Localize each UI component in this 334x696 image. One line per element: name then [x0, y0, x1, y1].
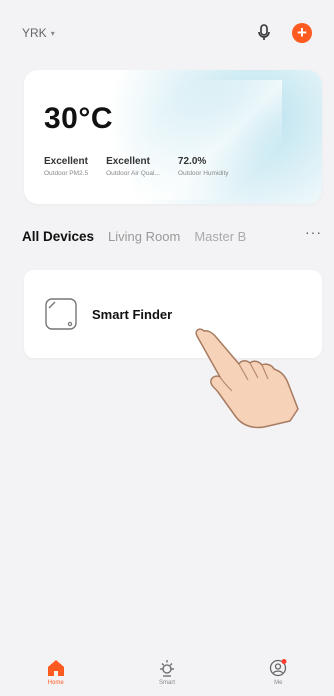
profile-icon: [270, 659, 287, 677]
pointing-hand-icon: [195, 328, 299, 429]
metric-label: Outdoor PM2.5: [44, 170, 89, 177]
tab-all-devices[interactable]: All Devices: [22, 229, 94, 244]
top-actions: +: [256, 23, 312, 43]
metric-label: Outdoor Air Qual...: [106, 170, 160, 177]
tab-master-bedroom[interactable]: Master B: [194, 229, 246, 244]
metric-humidity: 72.0% Outdoor Humidity: [178, 156, 229, 177]
nav-smart[interactable]: Smart: [111, 654, 222, 696]
device-name: Smart Finder: [92, 306, 173, 322]
room-tabs: All Devices Living Room Master B ···: [22, 224, 322, 248]
metric-air-quality: Excellent Outdoor Air Qual...: [106, 156, 160, 177]
bottom-nav: Home Smart Me: [0, 654, 334, 696]
nav-me[interactable]: Me: [223, 654, 334, 696]
add-device-icon[interactable]: +: [292, 23, 312, 43]
tab-living-room[interactable]: Living Room: [108, 229, 180, 244]
home-name: YRK: [22, 26, 47, 40]
nav-home[interactable]: Home: [0, 654, 111, 696]
nav-label: Me: [274, 680, 283, 686]
metric-label: Outdoor Humidity: [177, 170, 229, 177]
top-bar: YRK ▾ +: [0, 0, 334, 66]
smart-finder-icon: [44, 297, 78, 331]
metric-pm25: Excellent Outdoor PM2.5: [44, 156, 88, 177]
nav-label: Home: [47, 680, 64, 686]
weather-metrics: Excellent Outdoor PM2.5 Excellent Outdoo…: [44, 156, 312, 177]
chevron-down-icon: ▾: [50, 28, 55, 38]
smart-sun-icon: [159, 660, 174, 677]
weather-decoration-highlight: [142, 80, 282, 200]
temperature: 30°C: [44, 102, 114, 135]
metric-value: Excellent: [44, 156, 88, 167]
home-icon: [47, 660, 64, 676]
microphone-icon[interactable]: [256, 23, 272, 43]
metric-value: 72.0%: [177, 156, 207, 167]
more-icon[interactable]: ···: [303, 224, 322, 240]
metric-value: Excellent: [106, 156, 150, 167]
nav-label: Smart: [158, 680, 175, 686]
home-selector[interactable]: YRK ▾: [22, 26, 55, 40]
weather-card[interactable]: 30°C Excellent Outdoor PM2.5 Excellent O…: [24, 70, 322, 204]
